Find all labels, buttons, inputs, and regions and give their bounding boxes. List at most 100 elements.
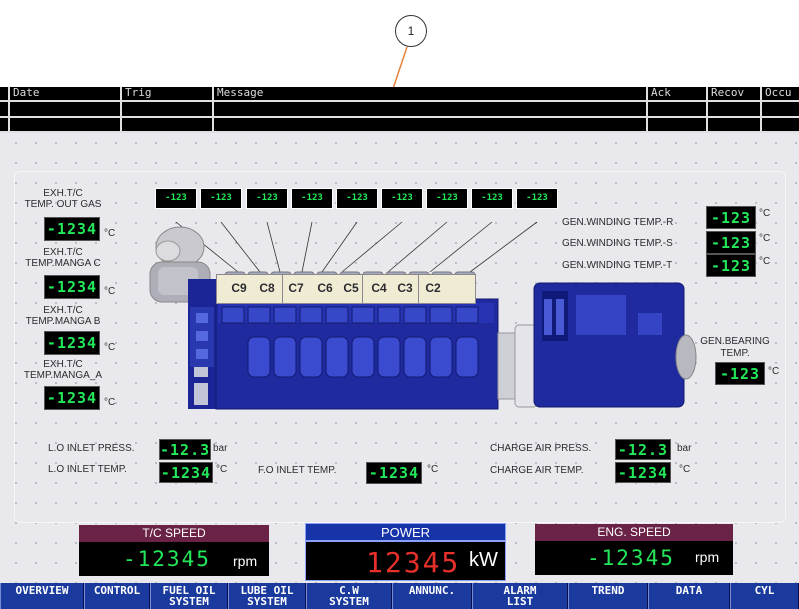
cylinder-temp-display[interactable]: -123 xyxy=(516,188,558,209)
cylinder-label-c7: C7 xyxy=(288,281,304,295)
charge-air-temp-display[interactable]: -1234 xyxy=(615,462,671,483)
cylinder-temp-display[interactable]: -123 xyxy=(381,188,423,209)
gen-winding-t-unit: °C xyxy=(759,256,771,267)
exh-manga-c-display[interactable]: -1234 xyxy=(44,275,100,299)
eng-speed-unit: rpm xyxy=(695,549,720,565)
alarm-col-line xyxy=(706,100,708,133)
cylinder-temp-display[interactable]: -123 xyxy=(200,188,242,209)
nav-alarm-list-button[interactable]: ALARM LIST xyxy=(472,583,568,609)
alarm-col-line xyxy=(120,100,122,133)
nav-cyl-button[interactable]: CYL xyxy=(730,583,799,609)
gen-bearing-label-line2: TEMP. xyxy=(720,348,750,359)
exh-manga-a-unit: °C xyxy=(104,397,116,408)
lo-inlet-press-label: L.O INLET PRESS. xyxy=(48,443,135,454)
power-panel[interactable]: 12345 kW xyxy=(305,541,506,581)
alarm-col-line xyxy=(760,100,762,133)
nav-fuel-oil-system-button[interactable]: FUEL OIL SYSTEM xyxy=(150,583,228,609)
lo-inlet-press-unit: bar xyxy=(213,443,228,454)
gen-winding-t-label: GEN.WINDING TEMP.-T xyxy=(562,260,673,271)
gen-bearing-label-line1: GEN.BEARING xyxy=(700,336,770,347)
gen-winding-r-display[interactable]: -123 xyxy=(706,206,756,229)
lo-inlet-temp-display[interactable]: -1234 xyxy=(159,462,213,483)
exh-manga-c-unit: °C xyxy=(104,286,116,297)
gen-winding-s-unit: °C xyxy=(759,233,771,244)
exh-manga-a-display[interactable]: -1234 xyxy=(44,386,100,410)
lo-inlet-temp-unit: °C xyxy=(216,464,228,475)
eng-speed-title: ENG. SPEED xyxy=(535,524,733,541)
exh-manga-b-label-line1: EXH.T/C xyxy=(43,305,83,316)
cylinder-label-c2: C2 xyxy=(425,281,441,295)
exh-manga-c-label-line1: EXH.T/C xyxy=(43,247,83,258)
exh-manga-c-label-line2: TEMP.MANGA C xyxy=(25,258,101,269)
alarm-header-occu[interactable]: Occu xyxy=(760,87,799,100)
alarm-header-date[interactable]: Date xyxy=(8,87,122,100)
exh-manga-a-label-line2: TEMP.MANGA_A xyxy=(23,370,103,381)
exh-tc-out-label-line2: TEMP. OUT GAS xyxy=(24,199,102,210)
cylinder-label-c6: C6 xyxy=(317,281,333,295)
cylinder-divider xyxy=(282,275,283,303)
alarm-col-line xyxy=(646,100,648,133)
gen-winding-s-display[interactable]: -123 xyxy=(706,231,756,254)
charge-air-temp-label: CHARGE AIR TEMP. xyxy=(490,465,584,476)
cylinder-label-c9: C9 xyxy=(231,281,247,295)
nav-cw-system-button[interactable]: C.W SYSTEM xyxy=(306,583,392,609)
exh-manga-b-unit: °C xyxy=(104,342,116,353)
alarm-header-recov[interactable]: Recov xyxy=(706,87,762,100)
cylinder-label-c8: C8 xyxy=(259,281,275,295)
fo-inlet-temp-label: F.O INLET TEMP. xyxy=(258,465,337,476)
cylinder-temp-display[interactable]: -123 xyxy=(471,188,513,209)
nav-lube-oil-system-button[interactable]: LUBE OIL SYSTEM xyxy=(228,583,306,609)
fo-inlet-temp-display[interactable]: -1234 xyxy=(366,462,422,484)
hmi-screen: Date Trig Message Ack Recov Occu C9 C8 C… xyxy=(0,87,799,609)
alarm-col-line xyxy=(212,100,214,133)
alarm-table[interactable]: Date Trig Message Ack Recov Occu xyxy=(0,87,799,133)
bottom-nav-bar: OVERVIEW CONTROL FUEL OIL SYSTEM LUBE OI… xyxy=(0,583,799,609)
nav-overview-button[interactable]: OVERVIEW xyxy=(0,583,84,609)
charge-air-press-label: CHARGE AIR PRESS. xyxy=(490,443,592,454)
alarm-header-trig[interactable]: Trig xyxy=(120,87,214,100)
cylinder-temp-display[interactable]: -123 xyxy=(291,188,333,209)
cylinder-temp-display[interactable]: -123 xyxy=(426,188,468,209)
exh-manga-a-label-line1: EXH.T/C xyxy=(43,359,83,370)
cylinder-temp-display[interactable]: -123 xyxy=(246,188,288,209)
exh-tc-out-label-line1: EXH.T/C xyxy=(43,188,83,199)
cylinder-temp-display[interactable]: -123 xyxy=(155,188,197,209)
nav-trend-button[interactable]: TREND xyxy=(568,583,648,609)
gen-bearing-display[interactable]: -123 xyxy=(715,362,765,385)
cylinder-temp-display[interactable]: -123 xyxy=(336,188,378,209)
eng-speed-panel[interactable]: -12345 rpm xyxy=(535,541,733,575)
tc-speed-unit: rpm xyxy=(233,553,258,569)
exh-tc-out-unit: °C xyxy=(104,228,116,239)
cylinder-label-c3: C3 xyxy=(397,281,413,295)
tc-speed-panel[interactable]: -12345 rpm xyxy=(79,542,269,576)
gen-winding-r-unit: °C xyxy=(759,208,771,219)
exh-manga-b-label-line2: TEMP.MANGA B xyxy=(25,316,101,327)
power-value: 12345 xyxy=(366,546,461,579)
nav-data-button[interactable]: DATA xyxy=(648,583,730,609)
cylinder-divider xyxy=(418,275,419,303)
cylinder-divider xyxy=(362,275,363,303)
tc-speed-value: -12345 xyxy=(123,547,211,571)
tc-speed-title: T/C SPEED xyxy=(79,525,269,542)
charge-air-temp-unit: °C xyxy=(679,464,691,475)
exh-manga-b-display[interactable]: -1234 xyxy=(44,331,100,355)
cylinder-label-c4: C4 xyxy=(371,281,387,295)
lo-inlet-press-display[interactable]: -12.3 xyxy=(159,439,211,460)
gen-bearing-unit: °C xyxy=(768,366,780,377)
exh-tc-out-display[interactable]: -1234 xyxy=(44,217,100,241)
power-unit: kW xyxy=(469,549,498,571)
gen-winding-t-display[interactable]: -123 xyxy=(706,254,756,277)
lo-inlet-temp-label: L.O INLET TEMP. xyxy=(48,464,127,475)
alarm-header-message[interactable]: Message xyxy=(212,87,648,100)
charge-air-press-display[interactable]: -12.3 xyxy=(615,439,671,460)
power-title: POWER xyxy=(305,523,506,541)
charge-air-press-unit: bar xyxy=(677,443,692,454)
nav-annunc-button[interactable]: ANNUNC. xyxy=(392,583,472,609)
alarm-header-ack[interactable]: Ack xyxy=(646,87,708,100)
alarm-col-line xyxy=(8,100,10,133)
cylinder-label-c5: C5 xyxy=(343,281,359,295)
fo-inlet-temp-unit: °C xyxy=(427,464,439,475)
nav-control-button[interactable]: CONTROL xyxy=(84,583,150,609)
gen-winding-r-label: GEN.WINDING TEMP.-R xyxy=(562,217,674,228)
eng-speed-value: -12345 xyxy=(587,546,675,570)
